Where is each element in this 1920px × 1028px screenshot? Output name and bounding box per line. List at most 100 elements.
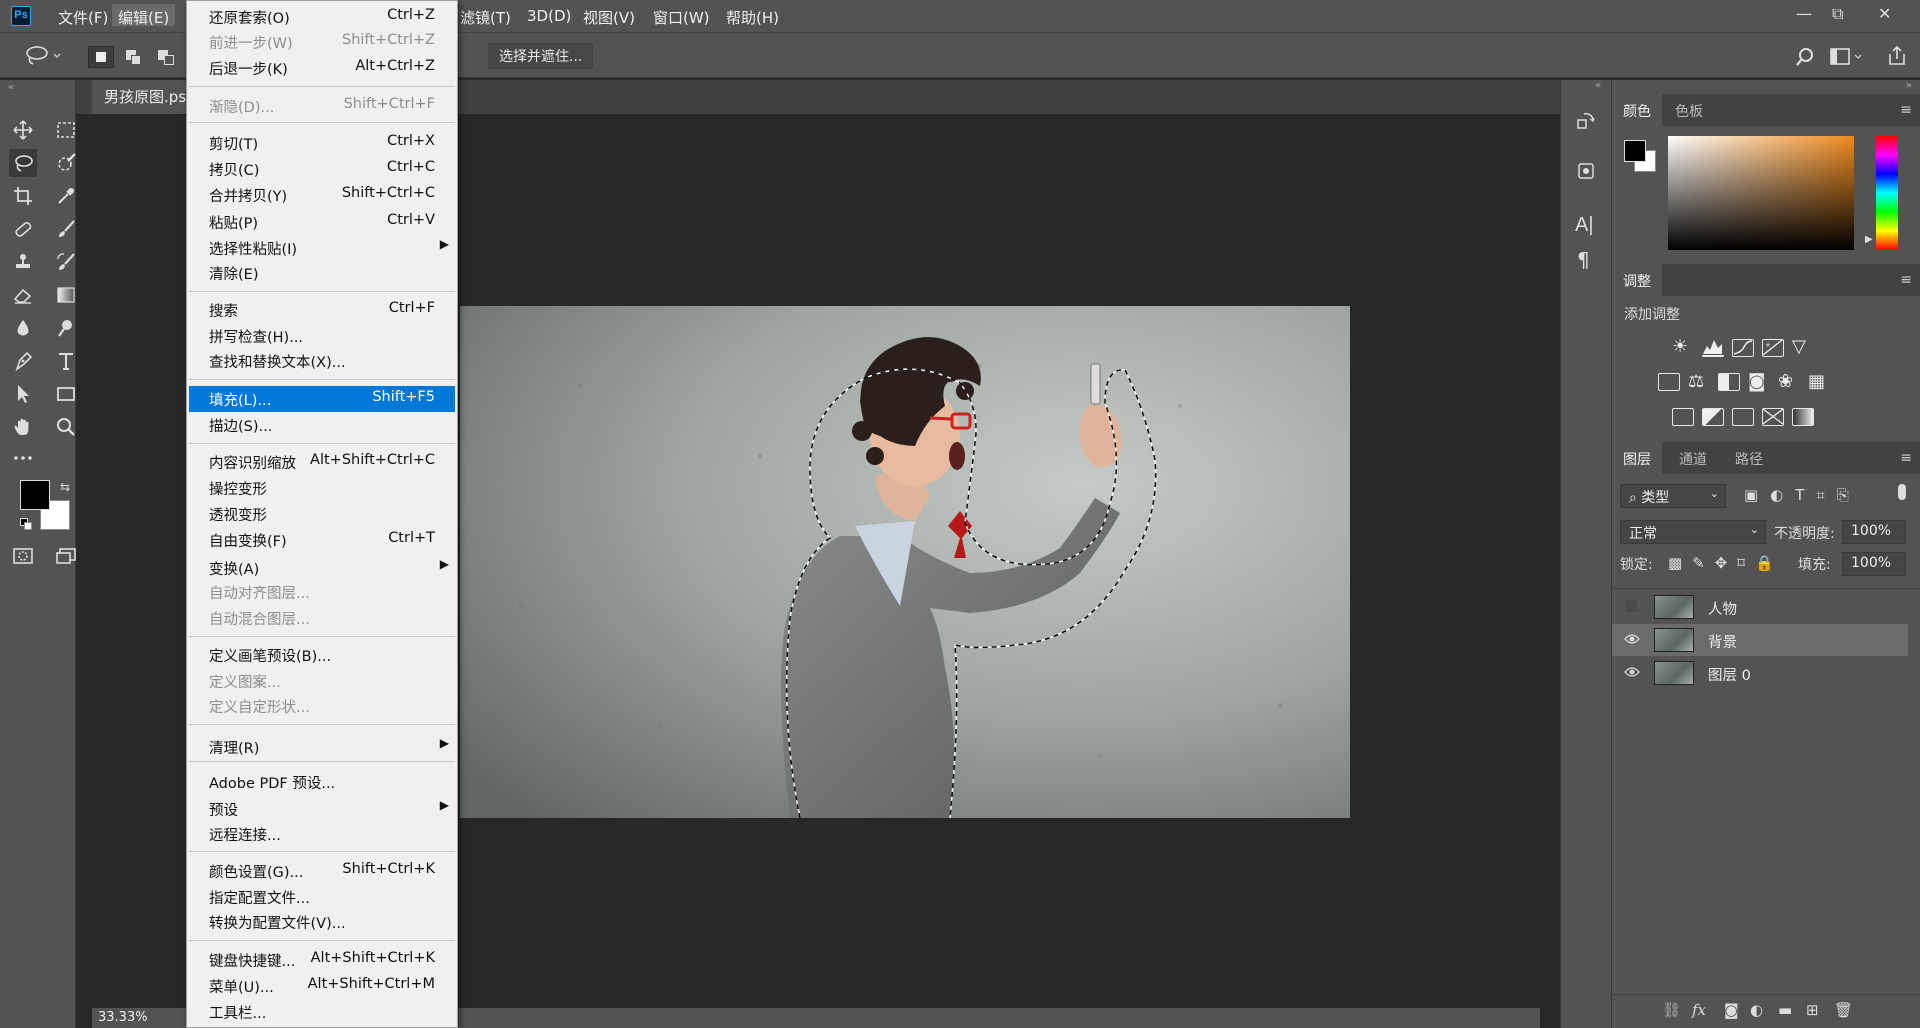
color-field[interactable]	[1668, 136, 1854, 250]
menu-item-perspective-warp[interactable]: 透视变形	[189, 501, 455, 525]
minimize-button[interactable]: —	[1796, 4, 1812, 23]
properties-panel-icon[interactable]	[1575, 160, 1597, 186]
hand-tool-icon[interactable]	[9, 413, 37, 441]
workspace-icon[interactable]	[1830, 47, 1864, 71]
menu-window[interactable]: 窗口(W)	[653, 7, 710, 28]
posterize-icon[interactable]	[1702, 408, 1724, 426]
tab-swatches[interactable]: 色板	[1664, 94, 1714, 126]
crop-tool-icon[interactable]	[9, 182, 37, 210]
quick-selection-tool-icon[interactable]	[52, 149, 80, 177]
menu-item-cut[interactable]: 剪切(T) Ctrl+X	[189, 130, 455, 154]
dodge-tool-icon[interactable]	[52, 314, 80, 342]
hue-slider[interactable]	[1876, 136, 1898, 250]
menu-item-fill[interactable]: 填充(L)... Shift+F5	[189, 386, 455, 412]
healing-brush-tool-icon[interactable]	[9, 215, 37, 243]
link-layers-icon[interactable]: ⛓	[1662, 1001, 1681, 1019]
eraser-tool-icon[interactable]	[9, 281, 37, 309]
move-tool-icon[interactable]	[9, 116, 37, 144]
restore-button[interactable]: ⧉	[1832, 4, 1843, 24]
menu-item-toolbar[interactable]: 工具栏...	[189, 999, 455, 1023]
search-icon[interactable]	[1794, 46, 1816, 72]
hue-saturation-icon[interactable]	[1658, 373, 1680, 391]
menu-item-adobe-pdf-presets[interactable]: Adobe PDF 预设...	[189, 769, 455, 793]
menu-item-auto-align-layers[interactable]: 自动对齐图层...	[189, 579, 455, 603]
menu-item-step-forward[interactable]: 前进一步(W) Shift+Ctrl+Z	[189, 29, 455, 53]
menu-item-stroke[interactable]: 描边(S)...	[189, 412, 455, 436]
brush-tool-icon[interactable]	[52, 215, 80, 243]
history-brush-tool-icon[interactable]	[52, 248, 80, 276]
zoom-tool-icon[interactable]	[52, 413, 80, 441]
tab-adjustments[interactable]: 调整	[1612, 264, 1662, 296]
menu-edit[interactable]: 编辑(E)	[112, 4, 176, 27]
select-and-mask-button[interactable]: 选择并遮住...	[488, 43, 594, 69]
menu-filter[interactable]: 滤镜(T)	[460, 7, 511, 28]
menu-item-copy-merged[interactable]: 合并拷贝(Y) Shift+Ctrl+C	[189, 182, 455, 206]
menu-item-define-pattern[interactable]: 定义图案...	[189, 668, 455, 692]
menu-file[interactable]: 文件(F)	[58, 7, 108, 28]
blend-mode-select[interactable]: 正常 ⌄	[1620, 520, 1766, 544]
menu-item-copy[interactable]: 拷贝(C) Ctrl+C	[189, 156, 455, 180]
lasso-icon[interactable]	[24, 45, 62, 71]
marquee-tool-icon[interactable]	[52, 116, 80, 144]
eye-icon[interactable]	[1624, 632, 1640, 646]
menu-3d[interactable]: 3D(D)	[527, 7, 571, 25]
menu-item-paste[interactable]: 粘贴(P) Ctrl+V	[189, 209, 455, 233]
type-tool-icon[interactable]	[52, 347, 80, 375]
gradient-tool-icon[interactable]	[52, 281, 80, 309]
layer-row[interactable]: 背景	[1612, 624, 1908, 656]
menu-item-search[interactable]: 搜索 Ctrl+F	[189, 297, 455, 321]
gradient-map-icon[interactable]	[1792, 408, 1814, 426]
collapse-icon[interactable]: «	[1595, 80, 1601, 91]
paragraph-panel-icon[interactable]: ¶	[1577, 248, 1590, 272]
tab-layers[interactable]: 图层	[1612, 442, 1662, 474]
menu-help[interactable]: 帮助(H)	[726, 7, 779, 28]
photo-filter-icon[interactable]: ◙	[1748, 371, 1765, 392]
layer-filter-icons[interactable]: ▣◐T⌗⎘	[1744, 486, 1861, 504]
menu-item-auto-blend-layers[interactable]: 自动混合图层...	[189, 605, 455, 629]
vibrance-icon[interactable]: ▽	[1792, 336, 1806, 357]
menu-item-check-spelling[interactable]: 拼写检查(H)...	[189, 323, 455, 347]
black-white-icon[interactable]	[1718, 373, 1740, 391]
color-lookup-icon[interactable]: ▦	[1808, 371, 1825, 392]
foreground-color-swatch[interactable]	[20, 480, 50, 510]
lasso-tool-icon[interactable]	[9, 149, 37, 177]
pen-tool-icon[interactable]	[9, 347, 37, 375]
eye-icon[interactable]	[1624, 665, 1640, 679]
menu-item-step-backward[interactable]: 后退一步(K) Alt+Ctrl+Z	[189, 55, 455, 79]
more-tools-icon[interactable]	[9, 444, 37, 472]
character-panel-icon[interactable]: A|	[1575, 214, 1594, 237]
delete-layer-icon[interactable]: 🗑	[1834, 1001, 1853, 1019]
selective-color-icon[interactable]	[1762, 408, 1784, 426]
menu-item-assign-profile[interactable]: 指定配置文件...	[189, 884, 455, 908]
panel-menu-icon[interactable]: ≡	[1900, 102, 1912, 118]
brightness-contrast-icon[interactable]: ☀	[1672, 336, 1688, 357]
exposure-icon[interactable]: +	[1762, 339, 1784, 357]
eyedropper-tool-icon[interactable]	[52, 182, 80, 210]
add-mask-icon[interactable]: ◙	[1724, 1001, 1739, 1019]
panel-menu-icon[interactable]: ≡	[1900, 450, 1912, 466]
filter-toggle[interactable]	[1898, 484, 1906, 500]
curves-icon[interactable]	[1732, 339, 1754, 357]
menu-item-paste-special[interactable]: 选择性粘贴(I) ▶	[189, 235, 455, 259]
menu-item-define-brush-preset[interactable]: 定义画笔预设(B)...	[189, 642, 455, 666]
rectangle-tool-icon[interactable]	[52, 380, 80, 408]
default-colors-icon[interactable]	[20, 518, 32, 530]
add-to-selection-icon[interactable]	[124, 47, 146, 67]
menu-item-undo-lasso[interactable]: 还原套索(O) Ctrl+Z	[189, 4, 455, 28]
menu-item-presets[interactable]: 预设 ▶	[189, 796, 455, 820]
menu-item-define-custom-shape[interactable]: 定义自定形状...	[189, 693, 455, 717]
fx-icon[interactable]: fx	[1692, 1001, 1706, 1019]
document-image[interactable]	[460, 306, 1350, 818]
opacity-input[interactable]: 100%	[1842, 520, 1906, 544]
lock-icons[interactable]: ▩✎✥⌑🔒	[1668, 554, 1784, 572]
layer-row[interactable]: 人物	[1612, 591, 1908, 623]
hidden-eye-icon[interactable]	[1624, 599, 1640, 613]
menu-item-keyboard-shortcuts[interactable]: 键盘快捷键... Alt+Shift+Ctrl+K	[189, 947, 455, 971]
menu-item-puppet-warp[interactable]: 操控变形	[189, 475, 455, 499]
collapse-icon[interactable]: «	[8, 82, 14, 93]
subtract-from-selection-icon[interactable]	[156, 47, 178, 67]
menu-item-transform[interactable]: 变换(A) ▶	[189, 555, 455, 579]
color-balance-icon[interactable]: ⚖	[1688, 371, 1704, 392]
layer-filter-select[interactable]: ⌕ 类型 ⌄	[1620, 484, 1726, 508]
menu-item-convert-to-profile[interactable]: 转换为配置文件(V)...	[189, 909, 455, 933]
